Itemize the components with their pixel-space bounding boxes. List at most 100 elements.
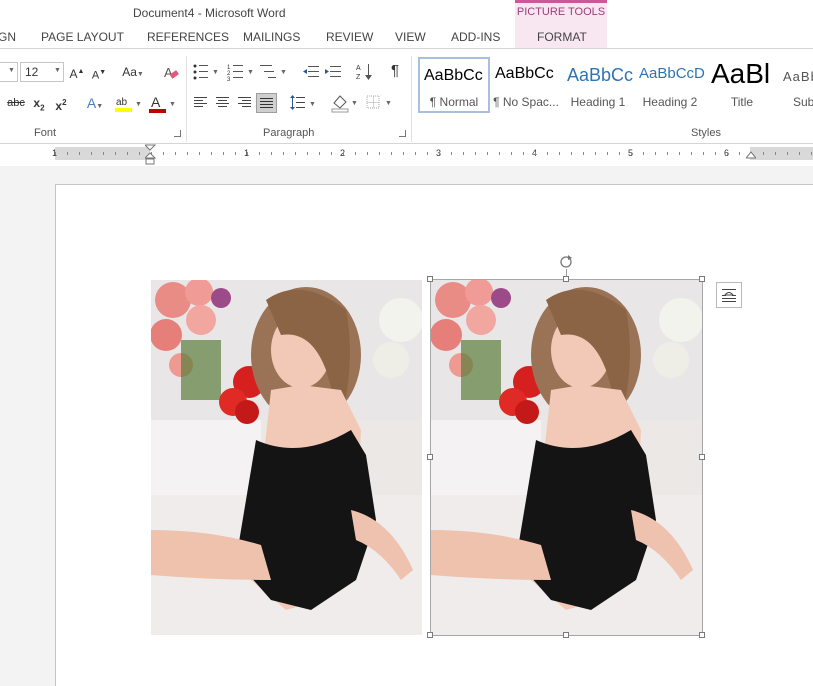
resize-handle-right[interactable] bbox=[699, 454, 705, 460]
multilevel-list-icon[interactable]: ▼ bbox=[260, 63, 288, 81]
ruler-tick bbox=[523, 152, 524, 155]
right-indent-marker[interactable] bbox=[744, 150, 758, 160]
resize-handle-bottom[interactable] bbox=[563, 632, 569, 638]
svg-text:Z: Z bbox=[356, 74, 361, 81]
paragraph-dialog-launcher[interactable] bbox=[399, 130, 406, 137]
text-effects-icon[interactable]: A▼ bbox=[82, 94, 108, 116]
font-size-combo[interactable]: 12 ▼ bbox=[20, 62, 64, 82]
ruler-tick bbox=[691, 152, 692, 155]
style-heading-2[interactable]: AaBbCcD Heading 2 bbox=[634, 57, 706, 113]
resize-handle-top-left[interactable] bbox=[427, 276, 433, 282]
strikethrough-icon[interactable]: abc bbox=[6, 94, 26, 112]
change-case-icon[interactable]: Aa▼ bbox=[119, 63, 147, 84]
ruler-tick bbox=[715, 152, 716, 155]
ruler-tick bbox=[331, 152, 332, 155]
tab-add-ins[interactable]: ADD-INS bbox=[451, 30, 500, 44]
align-left-icon[interactable] bbox=[193, 96, 209, 110]
justify-button[interactable] bbox=[256, 93, 277, 113]
ruler-tick bbox=[559, 152, 560, 155]
ruler-tick bbox=[175, 152, 176, 155]
numbering-icon[interactable]: 1 2 3 ▼ bbox=[227, 63, 255, 83]
style-title[interactable]: AaBl Title bbox=[706, 57, 778, 113]
resize-handle-top[interactable] bbox=[563, 276, 569, 282]
ruler-tick bbox=[391, 152, 392, 155]
font-size-down-icon[interactable]: A▼ bbox=[91, 64, 107, 85]
font-color-icon[interactable]: A ▼ bbox=[148, 94, 178, 114]
ruler-tick bbox=[427, 152, 428, 155]
indent-markers[interactable] bbox=[143, 144, 157, 166]
align-right-icon[interactable] bbox=[237, 96, 253, 110]
ruler-tick bbox=[103, 152, 104, 155]
rotate-handle-icon[interactable] bbox=[559, 255, 573, 269]
ruler-tick bbox=[319, 152, 320, 155]
ruler-tick bbox=[403, 152, 404, 155]
tab-format[interactable]: FORMAT bbox=[537, 30, 587, 44]
ruler-tick bbox=[811, 152, 812, 155]
style-heading-1[interactable]: AaBbCc Heading 1 bbox=[562, 57, 634, 113]
ruler-tick bbox=[55, 152, 56, 155]
font-name-combo[interactable]: ▼ bbox=[0, 62, 18, 82]
ruler-tick bbox=[775, 152, 776, 155]
clear-formatting-icon[interactable]: A bbox=[163, 64, 179, 80]
ruler-tick bbox=[199, 152, 200, 155]
inline-picture-1[interactable] bbox=[151, 280, 422, 635]
ruler-tick bbox=[763, 152, 764, 155]
ruler-tick bbox=[367, 152, 368, 155]
shading-icon[interactable]: ▼ bbox=[331, 93, 359, 113]
center-icon[interactable] bbox=[215, 96, 231, 110]
style-preview: AaBbCc bbox=[567, 65, 634, 85]
bullets-icon[interactable]: ▼ bbox=[192, 63, 220, 81]
ruler-tick bbox=[667, 152, 668, 155]
ruler-tick bbox=[727, 152, 728, 155]
font-size-up-icon[interactable]: A▲ bbox=[69, 63, 85, 83]
ruler-tick bbox=[139, 152, 140, 155]
styles-group-label: Styles bbox=[691, 127, 721, 139]
line-spacing-icon[interactable]: ▼ bbox=[289, 94, 317, 112]
horizontal-ruler[interactable]: 1 1 2 3 4 5 6 bbox=[52, 147, 813, 160]
ruler-tick bbox=[631, 152, 632, 155]
tab-page-layout[interactable]: PAGE LAYOUT bbox=[41, 30, 124, 44]
tab-review[interactable]: REVIEW bbox=[326, 30, 373, 44]
resize-handle-left[interactable] bbox=[427, 454, 433, 460]
style-normal[interactable]: AaBbCc ¶ Normal bbox=[418, 57, 490, 113]
resize-handle-bottom-left[interactable] bbox=[427, 632, 433, 638]
resize-handle-bottom-right[interactable] bbox=[699, 632, 705, 638]
picture-tools-label: PICTURE TOOLS bbox=[516, 6, 606, 18]
ruler-tick bbox=[211, 152, 212, 155]
sort-icon[interactable]: AZ bbox=[356, 62, 374, 82]
style-no-spacing[interactable]: AaBbCc ¶ No Spac... bbox=[490, 57, 562, 113]
borders-icon[interactable]: ▼ bbox=[366, 94, 394, 112]
superscript-icon[interactable]: x2 bbox=[53, 94, 69, 115]
tab-references[interactable]: REFERENCES bbox=[147, 30, 229, 44]
subscript-icon[interactable]: x2 bbox=[31, 94, 47, 117]
resize-handle-top-right[interactable] bbox=[699, 276, 705, 282]
decrease-indent-icon[interactable] bbox=[302, 63, 320, 81]
show-marks-icon[interactable]: ¶ bbox=[388, 62, 402, 80]
style-subtitle[interactable]: AaBb Sub bbox=[778, 57, 813, 113]
font-size-value: 12 bbox=[25, 65, 39, 79]
ruler-tick bbox=[235, 152, 236, 155]
ruler-right-margin bbox=[750, 147, 813, 160]
ruler-tick bbox=[187, 152, 188, 155]
svg-text:A: A bbox=[356, 65, 361, 72]
layout-options-button[interactable] bbox=[716, 282, 742, 308]
svg-text:▼: ▼ bbox=[212, 69, 219, 76]
style-preview: AaBl bbox=[711, 58, 771, 89]
group-separator bbox=[411, 56, 412, 142]
chevron-down-icon: ▼ bbox=[54, 67, 61, 74]
tab-mailings[interactable]: MAILINGS bbox=[243, 30, 300, 44]
window-title: Document4 - Microsoft Word bbox=[133, 6, 286, 20]
ruler-tick bbox=[91, 152, 92, 155]
ruler-tick bbox=[259, 152, 260, 155]
increase-indent-icon[interactable] bbox=[324, 63, 342, 81]
tab-design[interactable]: GN bbox=[0, 30, 16, 44]
ruler-tick bbox=[463, 152, 464, 155]
svg-text:▼: ▼ bbox=[135, 101, 142, 108]
ruler-tick bbox=[271, 152, 272, 155]
tab-view[interactable]: VIEW bbox=[395, 30, 426, 44]
font-group-label: Font bbox=[34, 127, 57, 139]
svg-text:▼: ▼ bbox=[247, 69, 254, 76]
font-dialog-launcher[interactable] bbox=[174, 130, 181, 137]
highlight-icon[interactable]: ab ▼ bbox=[114, 94, 144, 114]
svg-text:A: A bbox=[164, 65, 173, 80]
